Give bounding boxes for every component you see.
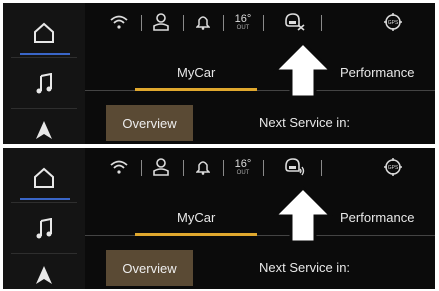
notifications-button[interactable] [191,9,215,35]
navigation-button[interactable] [3,260,85,289]
status-bar: 16° OUT GPS [103,9,435,35]
temperature-label: OUT [236,24,250,31]
tab-active-underline [135,233,257,236]
svg-text:GPS: GPS [388,165,399,171]
sidebar-divider [11,202,77,203]
temperature-value: 16° [234,12,252,25]
driver-profile-button[interactable] [149,154,173,180]
next-service-label: Next Service in: [259,260,351,275]
driver-profile-button[interactable] [149,9,173,35]
gps-icon: GPS [384,158,402,176]
status-divider [263,15,264,31]
next-service-label: Next Service in: [259,115,351,130]
status-divider [183,15,184,31]
tab-bar: MyCar Performance [85,200,435,240]
status-divider [141,160,142,176]
notifications-button[interactable] [191,154,215,180]
voice-command-button[interactable] [281,154,307,180]
status-divider [321,15,322,31]
home-active-indicator [20,198,70,200]
home-button[interactable] [3,158,85,198]
tab-mycar[interactable]: MyCar [177,210,215,225]
callout-arrow-icon [273,186,333,244]
home-button[interactable] [3,13,85,53]
sidebar [3,3,85,144]
temperature-value: 16° [234,157,252,170]
wifi-icon [110,15,128,29]
outside-temperature: 16° OUT [231,9,255,35]
voice-muted-icon [285,13,305,31]
driver-profile-icon [153,13,169,31]
sidebar [3,148,85,289]
home-icon [34,22,54,43]
tab-active-underline [135,88,257,91]
gps-button[interactable]: GPS [381,9,405,35]
navigation-arrow-icon [36,266,52,284]
home-active-indicator [20,53,70,55]
outside-temperature: 16° OUT [231,154,255,180]
status-divider [263,160,264,176]
status-divider [223,15,224,31]
sidebar-divider [11,253,77,254]
gps-icon: GPS [384,13,402,31]
voice-command-button[interactable] [281,9,307,35]
driver-profile-icon [153,158,169,176]
notification-bell-icon [196,161,210,175]
bottom-screen-panel: 16° OUT GPS MyCar Performance Overview N… [3,148,435,289]
status-divider [141,15,142,31]
tab-mycar[interactable]: MyCar [177,65,215,80]
home-icon [34,167,54,188]
wifi-button[interactable] [107,154,131,180]
temperature-label: OUT [236,169,250,176]
gps-button[interactable]: GPS [381,154,405,180]
top-screen-panel: 16° OUT GPS MyCar Performance Overview N… [3,3,435,144]
music-note-icon [36,73,52,94]
wifi-icon [110,160,128,174]
notification-bell-icon [196,16,210,30]
voice-on-icon [285,158,305,176]
tab-bar: MyCar Performance [85,55,435,95]
status-bar: 16° OUT GPS [103,154,435,180]
overview-button[interactable]: Overview [106,250,193,286]
sidebar-divider [11,108,77,109]
navigation-button[interactable] [3,115,85,144]
sidebar-divider [11,57,77,58]
overview-button[interactable]: Overview [106,105,193,141]
tab-performance[interactable]: Performance [340,65,414,80]
navigation-arrow-icon [36,121,52,139]
music-note-icon [36,218,52,239]
status-divider [321,160,322,176]
status-divider [223,160,224,176]
tab-performance[interactable]: Performance [340,210,414,225]
svg-text:GPS: GPS [388,20,399,26]
wifi-button[interactable] [107,9,131,35]
callout-arrow-icon [273,41,333,99]
music-button[interactable] [3,63,85,105]
status-divider [183,160,184,176]
music-button[interactable] [3,208,85,250]
